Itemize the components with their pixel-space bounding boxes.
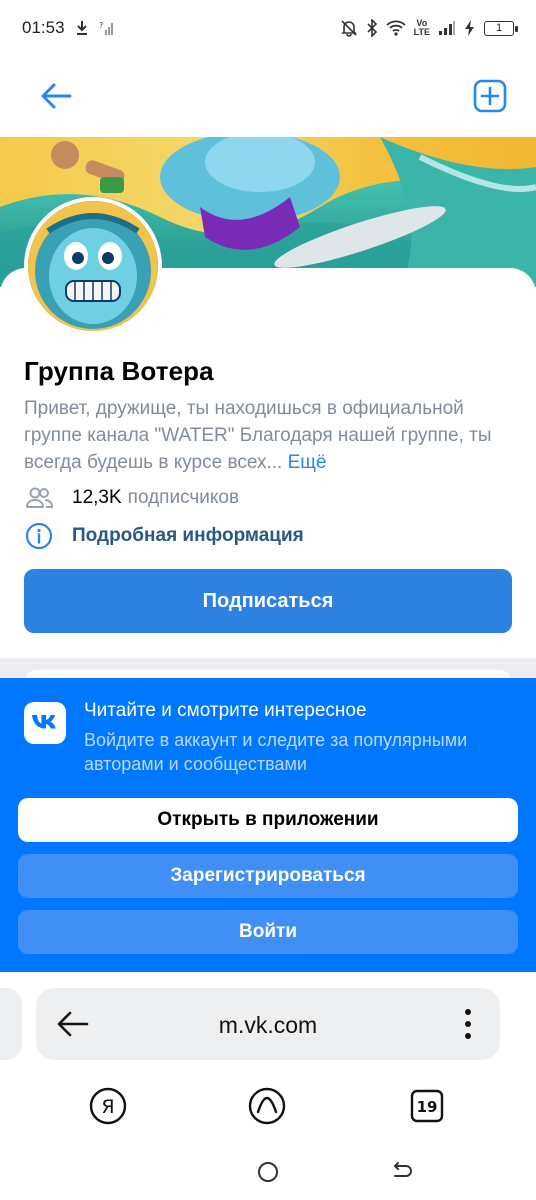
svg-text:?: ? bbox=[99, 21, 103, 30]
alice-assistant-button[interactable] bbox=[247, 1086, 287, 1126]
users-icon bbox=[24, 483, 54, 513]
group-avatar[interactable] bbox=[24, 197, 162, 335]
group-name: Группа Вотера bbox=[24, 356, 214, 386]
plus-square-icon bbox=[473, 79, 507, 113]
alice-icon bbox=[248, 1087, 286, 1125]
status-bar: 01:53 ? Vo LTE 1 bbox=[0, 0, 536, 56]
tabs-button[interactable]: 19 bbox=[407, 1086, 447, 1126]
address-bar[interactable]: m.vk.com bbox=[36, 988, 500, 1060]
download-icon bbox=[75, 20, 89, 36]
section-divider bbox=[0, 658, 536, 690]
status-time: 01:53 bbox=[22, 18, 65, 37]
volte-icon: Vo LTE bbox=[413, 18, 430, 37]
browser-bar: m.vk.com bbox=[0, 972, 536, 1072]
charging-icon bbox=[464, 19, 476, 37]
yandex-button[interactable]: Я bbox=[88, 1086, 128, 1126]
svg-text:Я: Я bbox=[101, 1096, 114, 1118]
url-text[interactable]: m.vk.com bbox=[36, 1012, 500, 1039]
details-link[interactable]: Подробная информация bbox=[24, 521, 304, 551]
promo-title: Читайте и смотрите интересное bbox=[84, 700, 367, 721]
show-more-link[interactable]: Ещё bbox=[288, 452, 327, 473]
no-sim-signal-icon: ? bbox=[99, 20, 115, 36]
system-navigation-bar bbox=[0, 1142, 536, 1200]
register-button[interactable]: Зарегистрироваться bbox=[18, 854, 518, 898]
browser-toolbar: Я 19 bbox=[0, 1072, 536, 1142]
login-button[interactable]: Войти bbox=[18, 910, 518, 954]
info-circle-icon bbox=[24, 521, 54, 551]
previous-tab-stub[interactable] bbox=[0, 988, 22, 1060]
tabs-counter-icon: 19 bbox=[410, 1089, 444, 1123]
open-in-app-button[interactable]: Открыть в приложении bbox=[18, 798, 518, 842]
more-vertical-icon[interactable] bbox=[464, 1008, 472, 1040]
home-circle-icon[interactable] bbox=[256, 1160, 280, 1184]
yandex-logo-icon: Я bbox=[89, 1087, 127, 1125]
subscribers-label: подписчиков bbox=[127, 487, 240, 508]
subscribers-row[interactable]: 12,3K подписчиков bbox=[24, 483, 239, 513]
bluetooth-icon bbox=[366, 19, 378, 37]
vk-app-promo-banner: Читайте и смотрите интересное Войдите в … bbox=[0, 678, 536, 972]
subscribe-button[interactable]: Подписаться bbox=[24, 569, 512, 633]
back-button[interactable] bbox=[36, 76, 76, 116]
signal-icon bbox=[438, 20, 456, 36]
arrow-left-icon bbox=[41, 83, 72, 109]
wifi-icon bbox=[386, 20, 406, 36]
group-description: Привет, дружище, ты находишься в официал… bbox=[24, 398, 492, 473]
subscribers-count: 12,3K bbox=[72, 487, 122, 508]
promo-subtitle: Войдите в аккаунт и следите за популярны… bbox=[84, 730, 468, 774]
battery-indicator: 1 bbox=[484, 20, 518, 36]
add-button[interactable] bbox=[470, 76, 510, 116]
vk-logo-icon bbox=[24, 702, 66, 744]
svg-text:19: 19 bbox=[417, 1098, 438, 1116]
top-nav bbox=[0, 56, 536, 136]
system-back-icon[interactable] bbox=[390, 1160, 414, 1184]
mute-bell-icon bbox=[340, 19, 358, 37]
